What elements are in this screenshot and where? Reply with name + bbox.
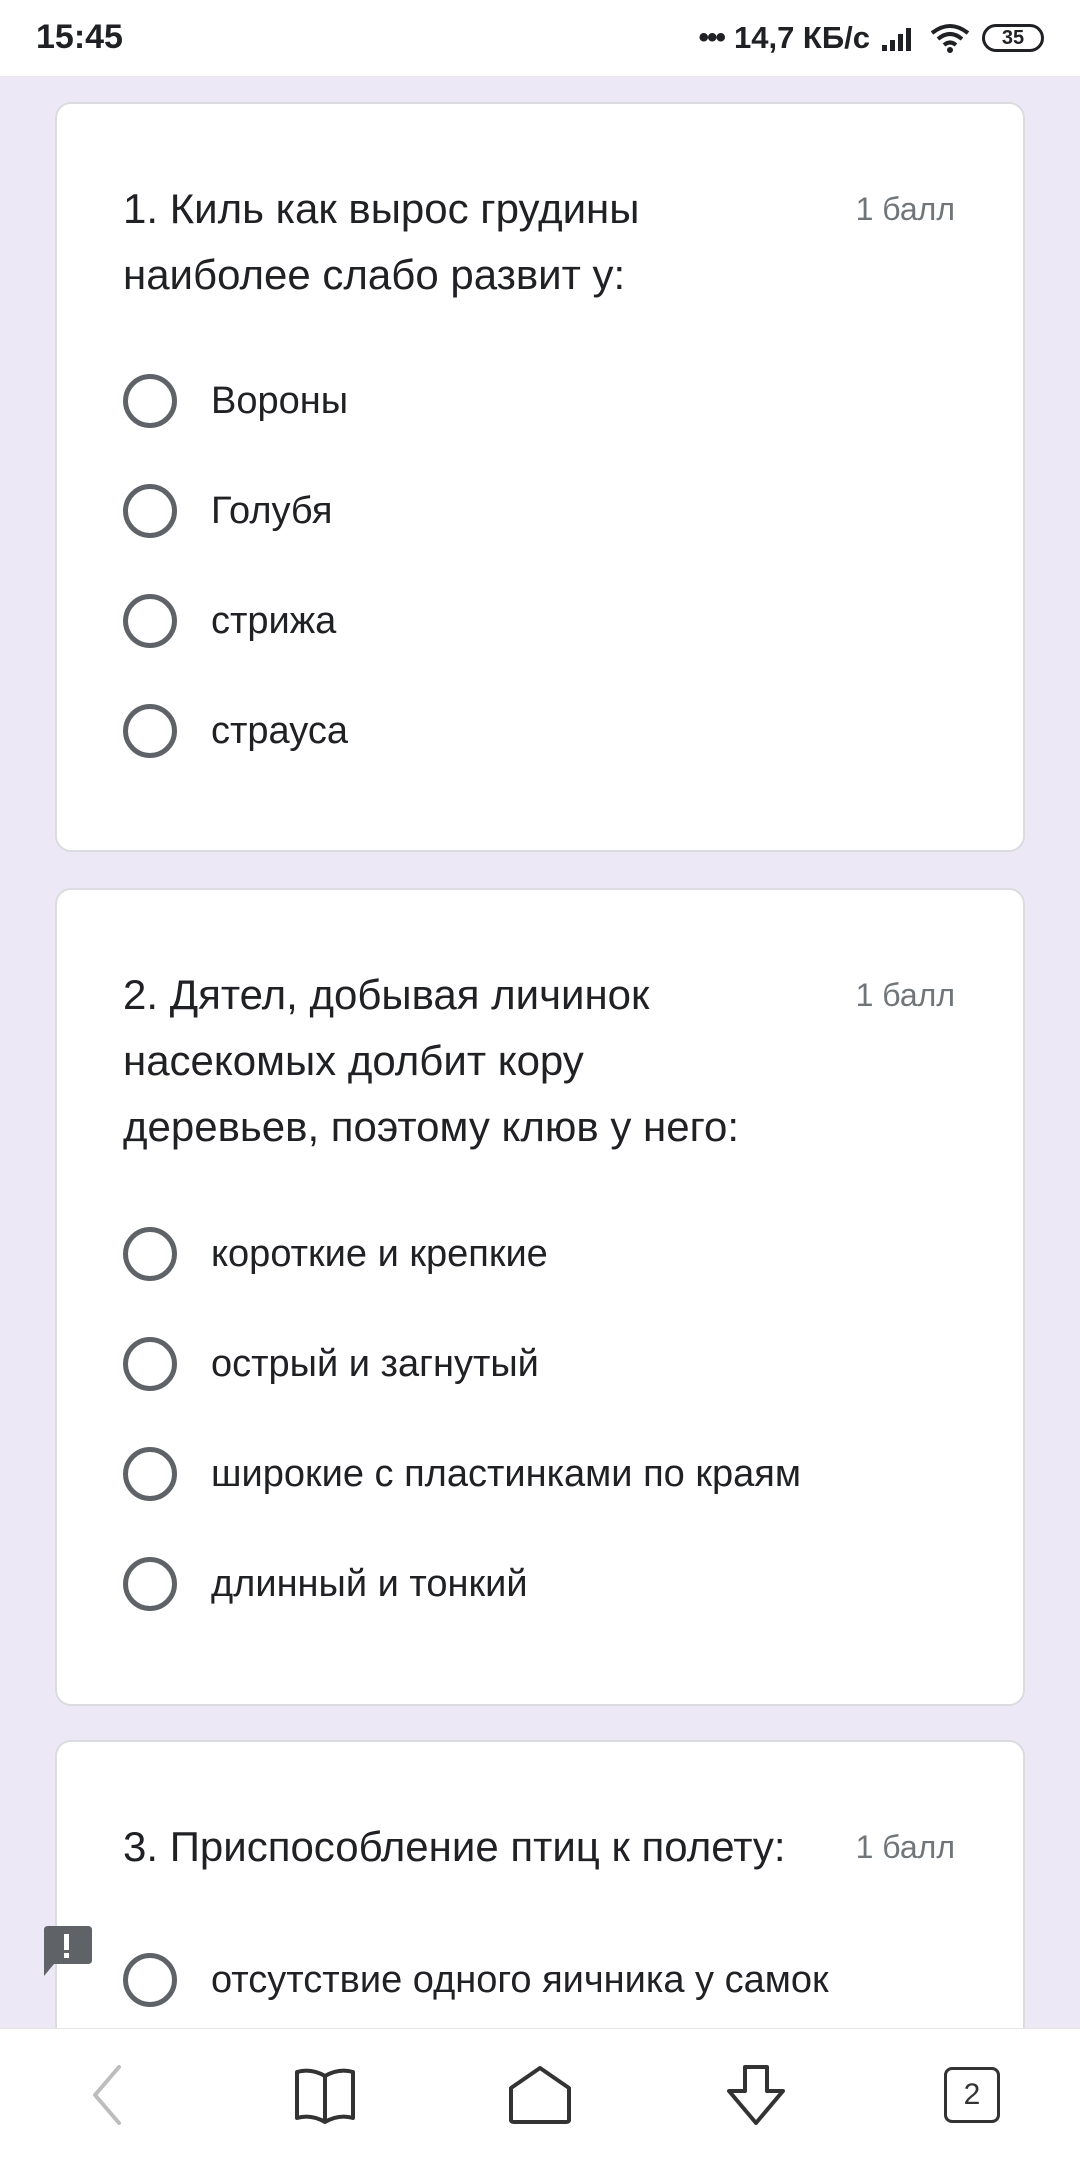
back-button[interactable] bbox=[62, 2055, 152, 2135]
tabs-count: 2 bbox=[963, 2078, 981, 2111]
report-icon bbox=[44, 1926, 92, 1976]
radio-icon bbox=[123, 374, 177, 428]
radio-icon bbox=[123, 1557, 177, 1611]
radio-icon bbox=[123, 704, 177, 758]
option-radio[interactable]: острый и загнутый bbox=[123, 1309, 801, 1419]
radio-icon bbox=[123, 1227, 177, 1281]
radio-icon bbox=[123, 594, 177, 648]
signal-icon bbox=[882, 28, 911, 51]
status-time: 15:45 bbox=[36, 18, 123, 56]
status-indicators: ••• 14,7 КБ/с 35 bbox=[698, 16, 1044, 60]
bottom-nav: 2 bbox=[0, 2028, 1080, 2161]
option-radio[interactable]: короткие и крепкие bbox=[123, 1199, 801, 1309]
bookmarks-button[interactable] bbox=[280, 2055, 370, 2135]
option-radio[interactable]: отсутствие одного яичника у самок bbox=[123, 1925, 829, 2035]
battery-level: 35 bbox=[1001, 26, 1025, 49]
option-label: Вороны bbox=[211, 379, 349, 422]
question-title: 2. Дятел, добывая личинок насекомых долб… bbox=[123, 971, 740, 1150]
download-button[interactable] bbox=[711, 2055, 801, 2135]
option-radio[interactable]: Вороны bbox=[123, 346, 348, 456]
tabs-icon: 2 bbox=[944, 2067, 1000, 2123]
option-label: длинный и тонкий bbox=[211, 1562, 528, 1605]
options-list: Вороны Голубя стрижа страуса bbox=[123, 346, 348, 786]
question-title: 1. Киль как вырос грудины наиболее слабо… bbox=[123, 185, 640, 298]
question-card-1: 1. Киль как вырос грудины наиболее слабо… bbox=[55, 102, 1025, 852]
option-radio[interactable]: широкие с пластинками по краям bbox=[123, 1419, 801, 1529]
feedback-button[interactable] bbox=[38, 1924, 94, 1978]
radio-icon bbox=[123, 1447, 177, 1501]
book-icon bbox=[295, 2068, 355, 2124]
chevron-left-icon bbox=[93, 2065, 121, 2125]
option-radio[interactable]: страуса bbox=[123, 676, 348, 786]
option-radio[interactable]: Голубя bbox=[123, 456, 348, 566]
option-label: острый и загнутый bbox=[211, 1342, 539, 1385]
question-points: 1 балл bbox=[855, 1829, 955, 1865]
home-icon bbox=[509, 2066, 571, 2124]
network-speed: 14,7 КБ/с bbox=[733, 20, 870, 55]
battery-icon: 35 bbox=[982, 24, 1044, 52]
option-radio[interactable]: стрижа bbox=[123, 566, 348, 676]
option-label: короткие и крепкие bbox=[211, 1232, 548, 1275]
option-radio[interactable]: длинный и тонкий bbox=[123, 1529, 801, 1639]
option-label: страуса bbox=[211, 709, 348, 752]
notification-dots: ••• bbox=[698, 21, 725, 54]
options-list: короткие и крепкие острый и загнутый шир… bbox=[123, 1199, 801, 1639]
question-points: 1 балл bbox=[855, 191, 955, 227]
option-label: Голубя bbox=[211, 489, 333, 532]
option-label: отсутствие одного яичника у самок bbox=[211, 1958, 829, 2001]
options-list: отсутствие одного яичника у самок bbox=[123, 1925, 829, 2035]
wifi-icon bbox=[930, 24, 970, 53]
question-points: 1 балл bbox=[855, 977, 955, 1013]
arrow-down-icon bbox=[727, 2065, 785, 2125]
question-title: 3. Приспособление птиц к полету: bbox=[123, 1823, 786, 1870]
option-label: широкие с пластинками по краям bbox=[211, 1452, 801, 1495]
option-label: стрижа bbox=[211, 599, 337, 642]
status-bar: 15:45 ••• 14,7 КБ/с 35 bbox=[0, 0, 1080, 76]
radio-icon bbox=[123, 1337, 177, 1391]
home-button[interactable] bbox=[495, 2055, 585, 2135]
question-card-2: 2. Дятел, добывая личинок насекомых долб… bbox=[55, 888, 1025, 1706]
radio-icon bbox=[123, 484, 177, 538]
radio-icon bbox=[123, 1953, 177, 2007]
tabs-button[interactable]: 2 bbox=[927, 2055, 1017, 2135]
